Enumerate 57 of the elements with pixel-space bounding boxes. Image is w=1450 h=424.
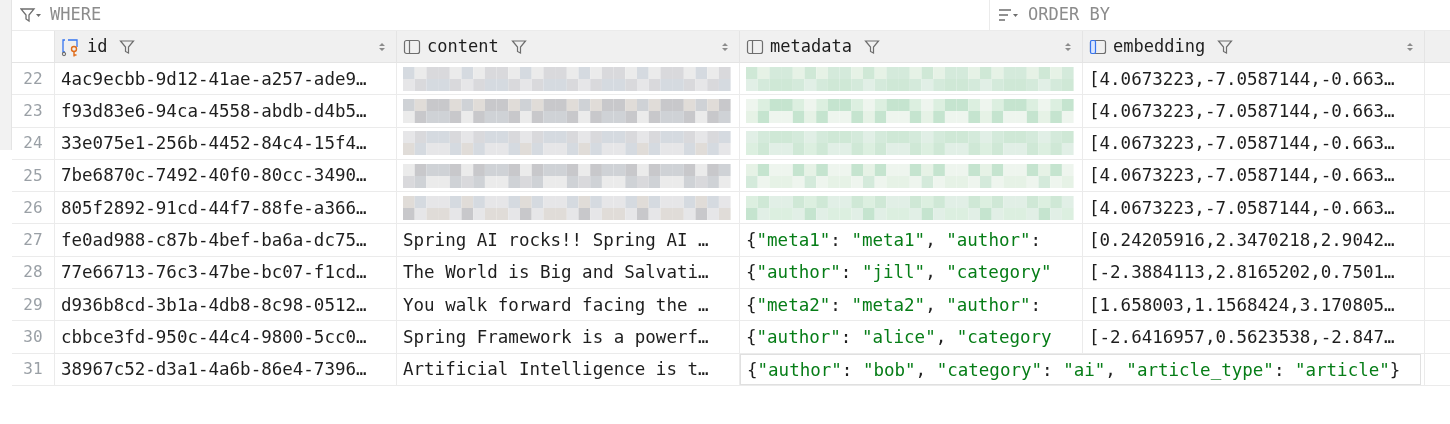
sort-arrows-icon[interactable]: [721, 40, 729, 53]
expanded-cell: {"author": "bob", "category": "ai", "article_type": "article"}: [740, 353, 1422, 385]
column-header[interactable]: content: [427, 33, 499, 60]
column-header[interactable]: id: [87, 33, 108, 60]
column-icon: [746, 37, 764, 56]
table-cell-text: 4ac9ecbb-9d12-41ae-a257-ade9…: [61, 67, 367, 91]
row-number: 27: [23, 229, 43, 252]
filter-icon[interactable]: [510, 38, 527, 55]
table-cell-text: [0.24205916,2.3470218,2.9042…: [1089, 229, 1395, 252]
column-header[interactable]: embedding: [1113, 33, 1206, 60]
row-number: 28: [23, 261, 43, 284]
sort-icon[interactable]: [998, 7, 1020, 23]
table-cell-text: fe0ad988-c87b-4bef-ba6a-dc75…: [61, 229, 367, 252]
row-number: 30: [23, 326, 43, 348]
table-cell-text: [-2.6416957,0.5623538,-2.847…: [1089, 325, 1395, 349]
table-cell-text: [1.658003,1.1568424,3.170805…: [1089, 293, 1395, 317]
row-number: 29: [23, 293, 43, 316]
row-number: 23: [23, 99, 43, 122]
table-cell-text: Spring Framework is a powerf…: [403, 325, 709, 349]
column-icon: [1089, 37, 1107, 56]
table-cell-text: [4.0673223,-7.0587144,-0.663…: [1089, 67, 1395, 91]
table-cell-text: 77e66713-76c3-47be-bc07-f1cd…: [61, 261, 367, 285]
table-cell-text: {"meta1": "meta1", "author":: [746, 229, 1042, 252]
table-cell-text: 7be6870c-7492-40f0-80cc-3490…: [61, 164, 367, 188]
table-cell-text: [4.0673223,-7.0587144,-0.663…: [1089, 132, 1395, 156]
table-cell-text: You walk forward facing the …: [403, 293, 709, 317]
row-number: 22: [23, 67, 43, 90]
row-number: 31: [23, 358, 43, 381]
sort-arrows-icon[interactable]: [378, 40, 386, 53]
column-icon: [403, 37, 421, 56]
row-number: 25: [23, 164, 43, 187]
table-cell-text: 38967c52-d3a1-4a6b-86e4-7396…: [61, 358, 367, 382]
table-cell-text: Artificial Intelligence is t…: [403, 358, 709, 382]
table-cell-text: The World is Big and Salvati…: [403, 261, 709, 285]
sort-arrows-icon[interactable]: [1406, 40, 1414, 53]
column-header[interactable]: metadata: [770, 33, 852, 60]
filter-icon[interactable]: [1217, 38, 1234, 55]
table-cell-text: {"author": "jill", "category": [746, 261, 1052, 285]
sort-arrows-icon[interactable]: [1064, 40, 1072, 53]
table-cell-text: {"meta2": "meta2", "author":: [746, 293, 1042, 317]
table-cell-text: cbbce3fd-950c-44c4-9800-5cc0…: [61, 325, 367, 349]
table-cell-text: [-2.3884113,2.8165202,0.7501…: [1089, 261, 1395, 285]
table-cell-text: Spring AI rocks!! Spring AI …: [403, 229, 709, 252]
filter-icon[interactable]: [863, 38, 880, 55]
table-cell-text: [4.0673223,-7.0587144,-0.663…: [1089, 196, 1395, 220]
filter-icon[interactable]: [20, 7, 42, 23]
filter-icon[interactable]: [119, 38, 136, 55]
table-cell-text: d936b8cd-3b1a-4db8-8c98-0512…: [61, 293, 367, 317]
row-number: 24: [23, 132, 43, 155]
table-cell-text: [4.0673223,-7.0587144,-0.663…: [1089, 99, 1395, 123]
table-cell-text: f93d83e6-94ca-4558-abdb-d4b5…: [61, 99, 367, 123]
table-cell-text: [4.0673223,-7.0587144,-0.663…: [1089, 164, 1395, 188]
row-number: 26: [23, 196, 43, 219]
table-cell-text: 805f2892-91cd-44f7-88fe-a366…: [61, 196, 367, 220]
table-cell-text: {"author": "alice", "category: [746, 325, 1052, 349]
table-cell-text: 33e075e1-256b-4452-84c4-15f4…: [61, 132, 367, 156]
key-column-icon: [61, 36, 81, 57]
